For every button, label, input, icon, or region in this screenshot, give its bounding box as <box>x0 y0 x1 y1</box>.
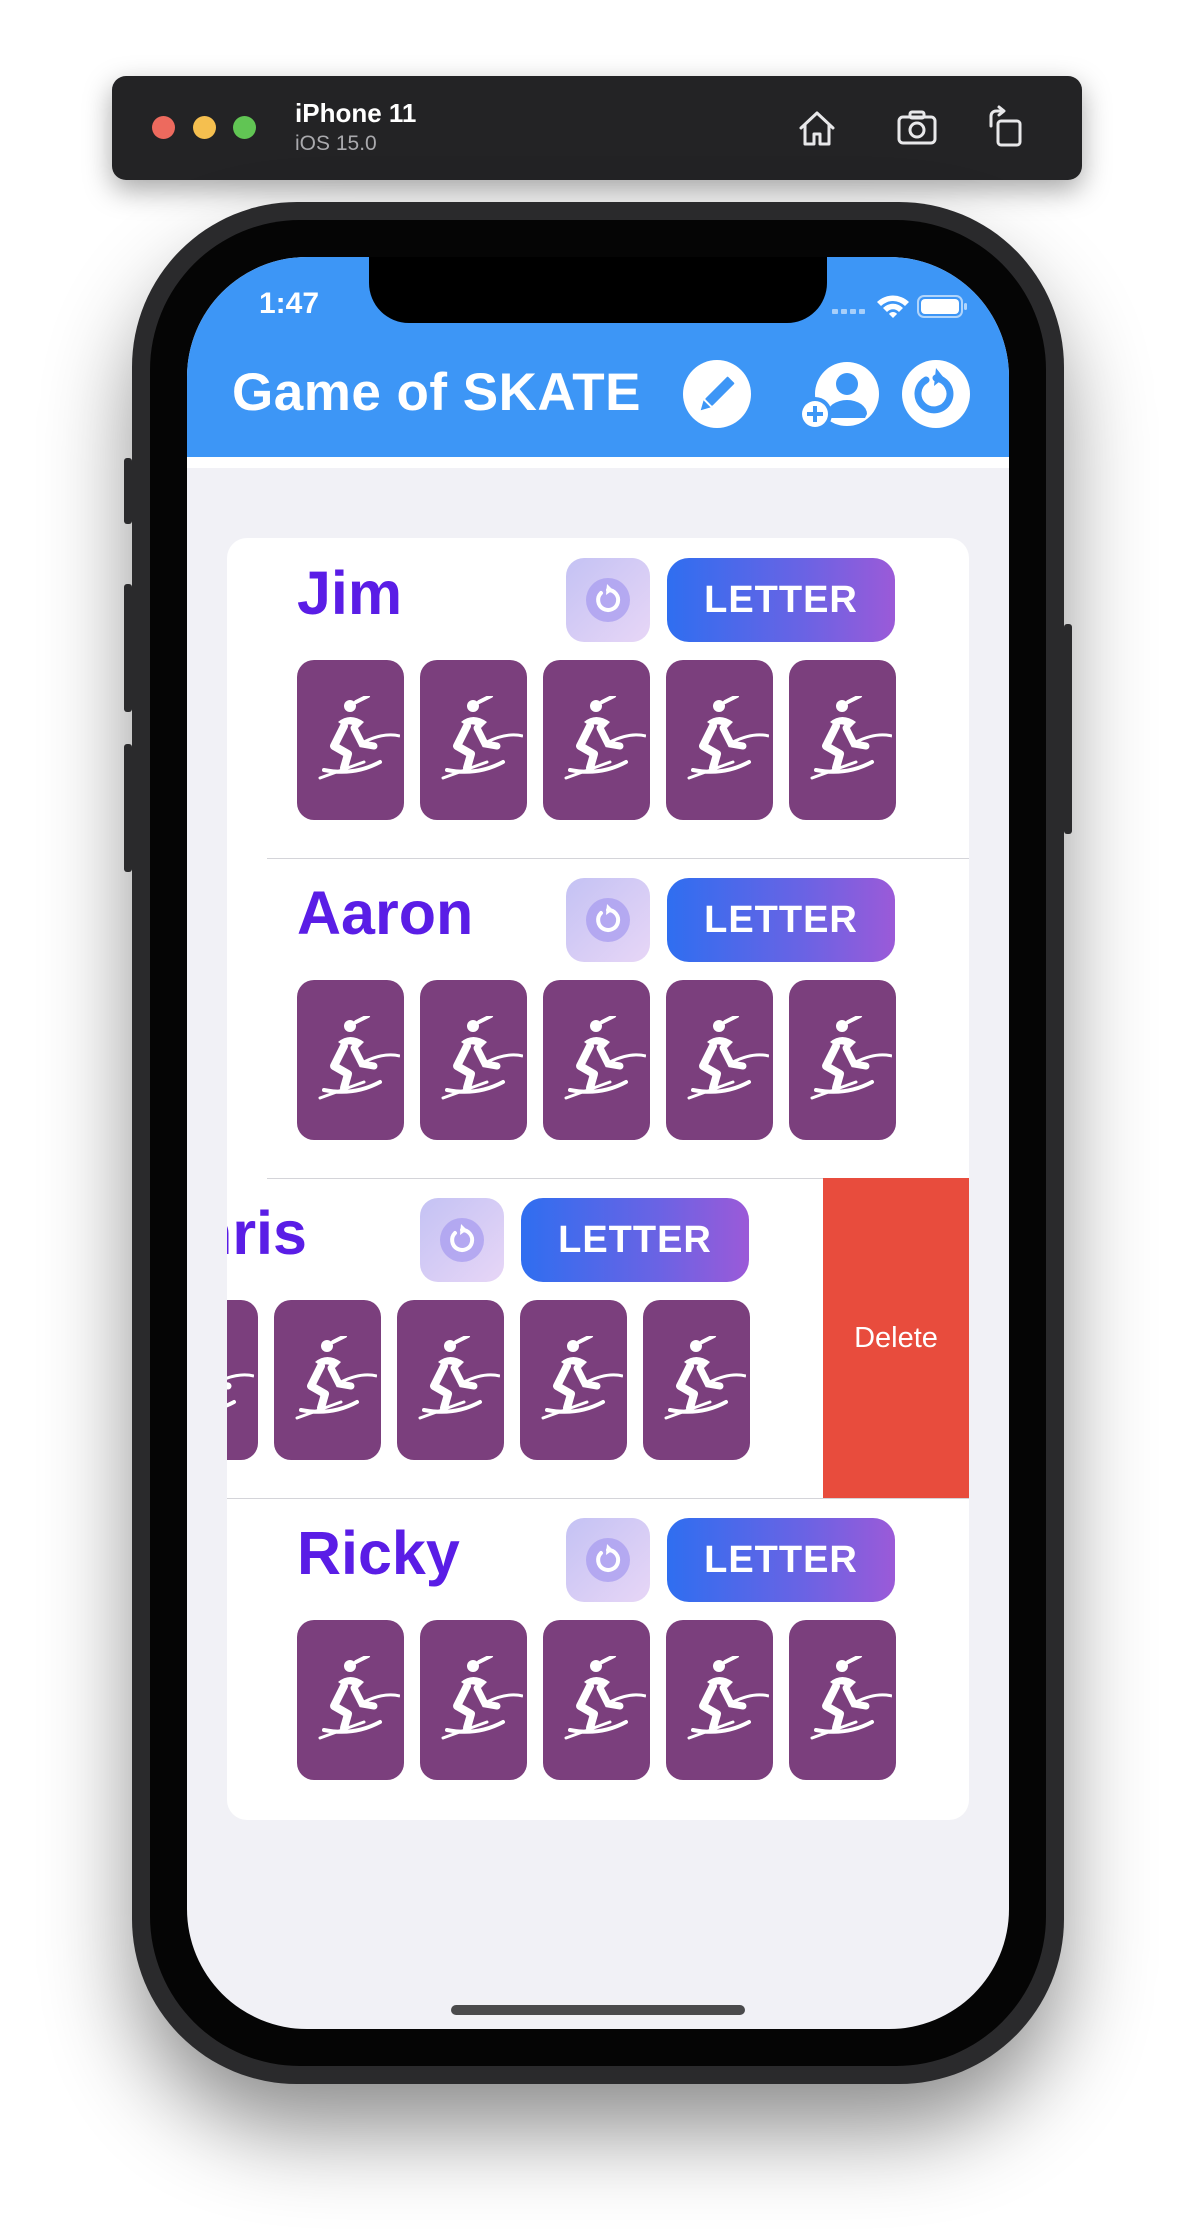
screenshot-icon[interactable] <box>893 104 941 152</box>
letter-button[interactable]: LETTER <box>667 878 895 962</box>
skater-tile <box>789 1620 896 1780</box>
skater-icon <box>295 1336 377 1420</box>
volume-up-button <box>124 584 132 712</box>
skater-tile <box>666 660 773 820</box>
skater-icon <box>318 696 400 780</box>
battery-icon <box>917 295 967 318</box>
skater-tile <box>297 980 404 1140</box>
home-icon[interactable] <box>793 104 841 152</box>
volume-down-button <box>124 744 132 872</box>
reset-icon <box>914 368 954 414</box>
skater-icon <box>318 1016 400 1100</box>
skater-icon <box>441 1016 523 1100</box>
players-list: Jim LETTER Aaron LETTER ris LETTER Delet… <box>227 538 969 1820</box>
skater-tile <box>643 1300 750 1460</box>
skater-icon <box>441 1656 523 1740</box>
skater-icon <box>687 1016 769 1100</box>
device-name: iPhone 11 <box>295 98 417 128</box>
player-name: Chris <box>227 1199 307 1267</box>
undo-button[interactable] <box>566 1518 650 1602</box>
phone-screen: 1:47 Game of SKATE Jim LETTER Aaron LETT… <box>187 257 1009 2029</box>
skater-tile <box>274 1300 381 1460</box>
notch <box>369 257 827 323</box>
skater-tile <box>297 660 404 820</box>
skater-tile <box>789 660 896 820</box>
skater-tile <box>227 1300 258 1460</box>
skater-tile <box>543 980 650 1140</box>
letter-button[interactable]: LETTER <box>521 1198 749 1282</box>
delete-button[interactable]: Delete <box>823 1178 969 1498</box>
skater-icon <box>564 1016 646 1100</box>
skater-icon <box>227 1373 254 1408</box>
undo-icon <box>586 578 630 622</box>
player-name: Ricky <box>297 1519 460 1587</box>
minimize-window-button[interactable] <box>193 116 216 139</box>
add-player-icon <box>798 362 879 431</box>
skater-tile <box>420 980 527 1140</box>
power-button <box>1064 624 1072 834</box>
skater-icon <box>810 696 892 780</box>
skater-tile <box>789 980 896 1140</box>
skater-icon <box>318 1656 400 1740</box>
rotate-icon[interactable] <box>983 104 1031 152</box>
skater-icon <box>687 696 769 780</box>
player-name: Aaron <box>297 879 474 947</box>
skater-tile <box>420 1620 527 1780</box>
skater-icon <box>687 1656 769 1740</box>
letter-button[interactable]: LETTER <box>667 558 895 642</box>
undo-icon <box>440 1218 484 1262</box>
player-name: Jim <box>297 559 403 627</box>
skater-tile <box>666 1620 773 1780</box>
skater-icon <box>564 696 646 780</box>
skater-icon <box>664 1336 746 1420</box>
silent-switch <box>124 458 132 524</box>
skater-icon <box>564 1656 646 1740</box>
reset-button[interactable] <box>902 360 970 428</box>
skater-tile <box>543 660 650 820</box>
skater-tile <box>297 1620 404 1780</box>
player-row[interactable]: Ricky LETTER <box>227 1498 969 1818</box>
status-time: 1:47 <box>259 287 320 320</box>
status-icons <box>832 291 972 321</box>
undo-icon <box>586 898 630 942</box>
add-player-button[interactable] <box>798 360 895 431</box>
letter-button[interactable]: LETTER <box>667 1518 895 1602</box>
skater-icon <box>810 1656 892 1740</box>
skater-icon <box>441 696 523 780</box>
skater-tile <box>420 660 527 820</box>
skater-tile <box>397 1300 504 1460</box>
cellular-icon <box>832 309 865 314</box>
zoom-window-button[interactable] <box>233 116 256 139</box>
player-row[interactable]: Aaron LETTER <box>227 858 969 1178</box>
home-indicator[interactable] <box>451 2005 745 2015</box>
skater-icon <box>418 1336 500 1420</box>
skater-icon <box>810 1016 892 1100</box>
wifi-icon <box>877 295 909 318</box>
undo-button[interactable] <box>566 878 650 962</box>
skater-icon <box>541 1336 623 1420</box>
undo-icon <box>586 1538 630 1582</box>
app-title: Game of SKATE <box>232 363 641 422</box>
os-version: iOS 15.0 <box>295 132 377 155</box>
skater-tile <box>543 1620 650 1780</box>
close-window-button[interactable] <box>152 116 175 139</box>
skater-tile <box>666 980 773 1140</box>
undo-button[interactable] <box>566 558 650 642</box>
edit-icon <box>700 376 735 411</box>
undo-button[interactable] <box>420 1198 504 1282</box>
player-row[interactable]: Jim LETTER <box>227 538 969 858</box>
skater-tile <box>520 1300 627 1460</box>
edit-button[interactable] <box>683 360 751 428</box>
header-divider <box>187 457 1009 468</box>
